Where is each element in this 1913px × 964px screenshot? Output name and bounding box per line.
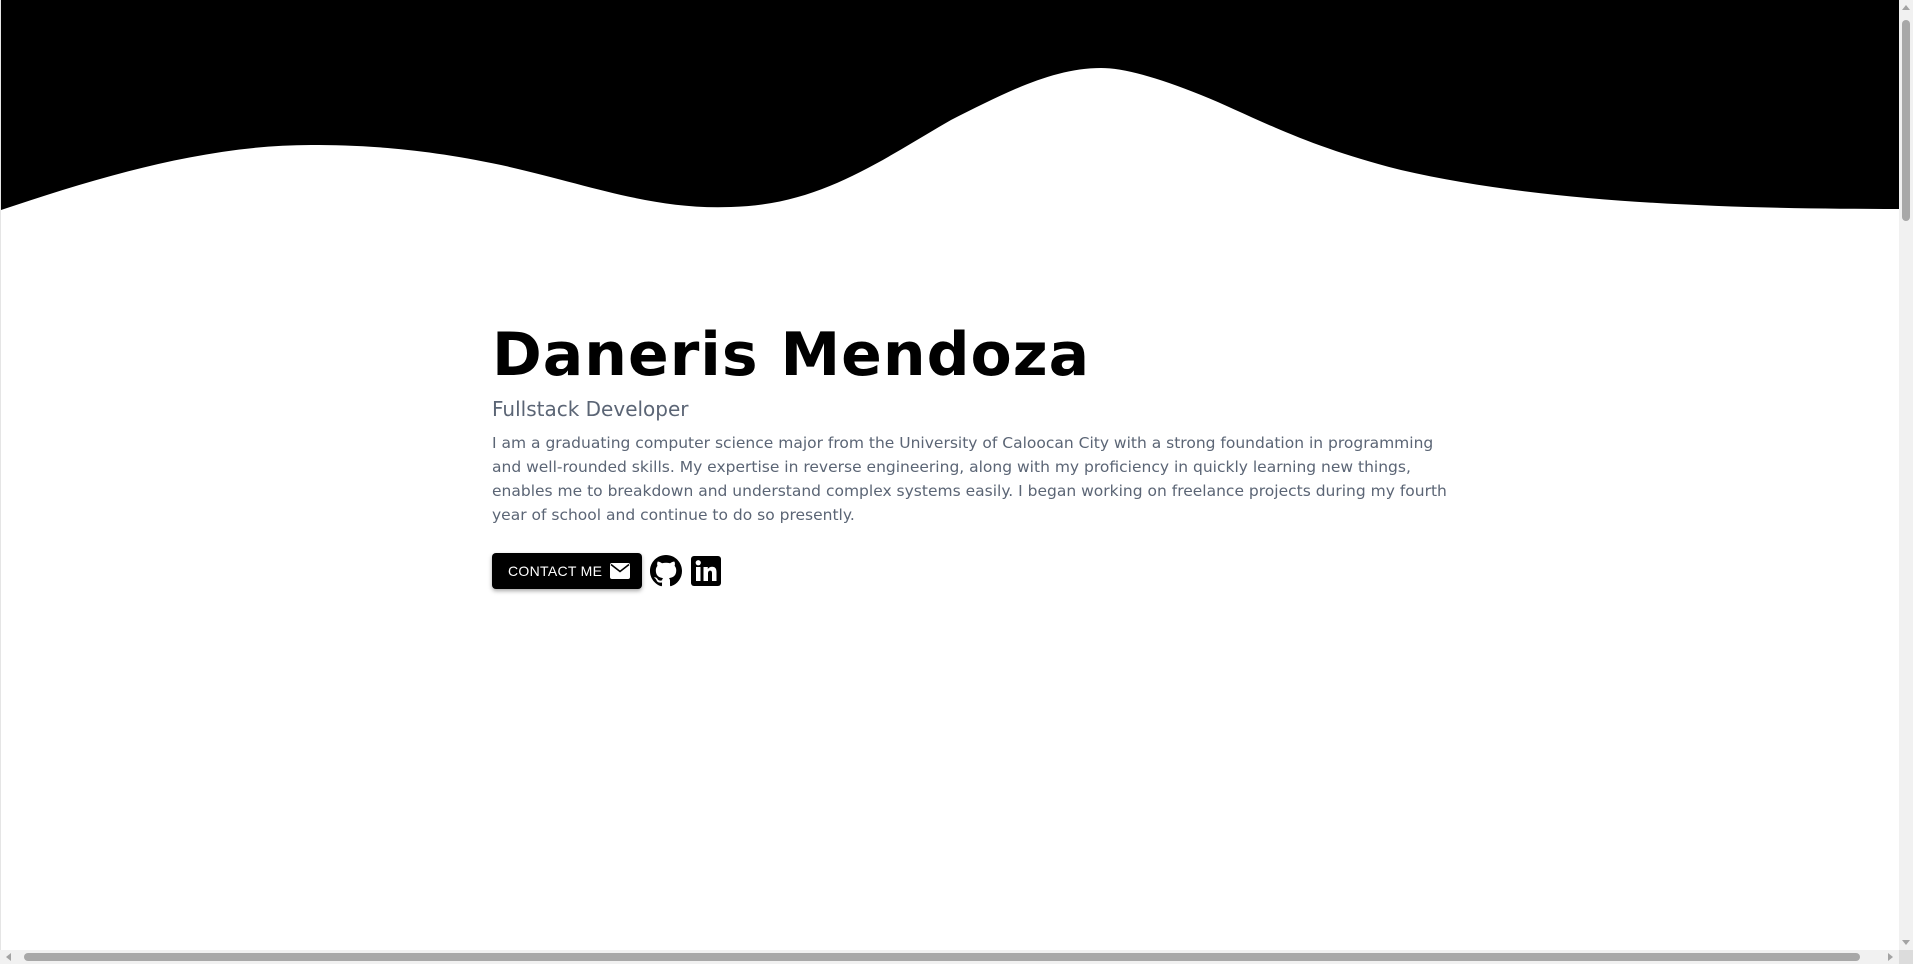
horizontal-scrollbar[interactable]: [0, 950, 1899, 964]
github-link[interactable]: [650, 555, 683, 587]
page-viewport: Daneris Mendoza Fullstack Developer I am…: [0, 0, 1899, 950]
scroll-up-arrow-icon[interactable]: [1902, 5, 1910, 10]
vertical-scrollbar[interactable]: [1899, 0, 1913, 950]
horizontal-scroll-thumb[interactable]: [24, 953, 1860, 961]
linkedin-icon: [691, 556, 722, 586]
contact-me-button[interactable]: CONTACT ME: [492, 553, 643, 589]
header-wave: [1, 0, 1899, 210]
scroll-right-arrow-icon[interactable]: [1888, 953, 1893, 961]
scroll-left-arrow-icon[interactable]: [6, 953, 11, 961]
hero-role: Fullstack Developer: [492, 397, 689, 421]
envelope-icon: [610, 563, 631, 579]
contact-me-label: CONTACT ME: [508, 563, 603, 579]
hero-name: Daneris Mendoza: [492, 320, 1091, 390]
linkedin-link[interactable]: [690, 555, 722, 587]
vertical-scroll-thumb[interactable]: [1902, 20, 1910, 221]
hero-actions: CONTACT ME: [492, 553, 1452, 589]
hero-section: Daneris Mendoza Fullstack Developer I am…: [492, 315, 1452, 589]
scrollbar-corner: [1899, 950, 1913, 964]
scroll-down-arrow-icon[interactable]: [1902, 940, 1910, 945]
hero-bio: I am a graduating computer science major…: [492, 434, 1447, 524]
github-icon: [650, 555, 683, 587]
